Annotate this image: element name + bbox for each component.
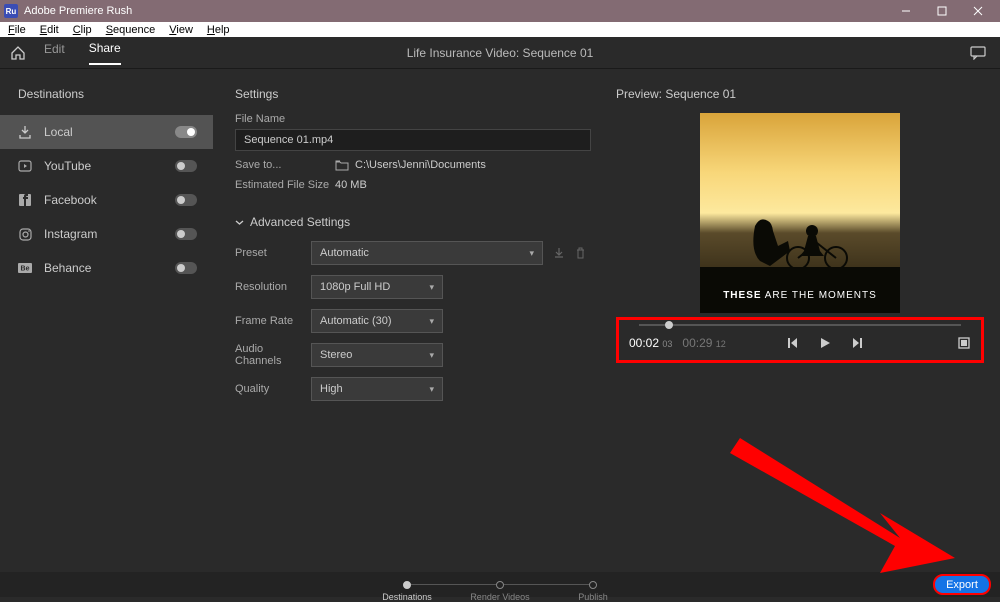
preview-thumbnail: THESE ARE THE MOMENTS [700,113,900,313]
export-icon [16,125,34,139]
step-back-button[interactable] [786,336,800,350]
titlebar: Ru Adobe Premiere Rush [0,0,1000,22]
progress-track[interactable] [639,324,961,326]
destinations-sidebar: Destinations Local YouTube Facebook [0,69,213,572]
destination-toggle[interactable] [175,160,197,172]
instagram-icon [16,228,34,241]
resolution-select[interactable]: 1080p Full HD ▾ [311,275,443,299]
quality-label: Quality [235,383,311,395]
topbar: Edit Share Life Insurance Video: Sequenc… [0,37,1000,69]
audio-select[interactable]: Stereo ▾ [311,343,443,367]
quality-value: High [320,383,343,395]
progress-steps: Destinations Render Videos Publish [403,581,597,589]
framerate-value: Automatic (30) [320,315,392,327]
destination-instagram[interactable]: Instagram [0,217,213,251]
destination-label: Local [44,125,175,139]
destination-youtube[interactable]: YouTube [0,149,213,183]
destinations-title: Destinations [0,87,213,115]
delete-preset-icon[interactable] [575,247,586,259]
save-to-label: Save to... [235,159,335,171]
bottombar: Destinations Render Videos Publish Expor… [0,572,1000,597]
time-current: 00:02 03 [629,336,672,350]
step-forward-button[interactable] [850,336,864,350]
menu-file[interactable]: File [2,24,32,36]
save-to-path: C:\Users\Jenni\Documents [355,159,486,171]
chevron-down-icon [235,218,244,227]
destination-behance[interactable]: Be Behance [0,251,213,285]
minimize-button[interactable] [888,0,924,22]
chevron-down-icon: ▾ [529,248,534,259]
app-title: Adobe Premiere Rush [24,5,132,17]
advanced-title: Advanced Settings [250,215,350,229]
framerate-label: Frame Rate [235,315,311,327]
play-button[interactable] [818,336,832,350]
preset-value: Automatic [320,247,369,259]
file-name-label: File Name [235,113,594,125]
destination-facebook[interactable]: Facebook [0,183,213,217]
svg-text:Be: Be [21,266,30,273]
tab-share[interactable]: Share [89,41,121,65]
est-size-label: Estimated File Size [235,179,335,191]
destination-toggle[interactable] [175,262,197,274]
audio-value: Stereo [320,349,352,361]
destination-label: Facebook [44,193,175,207]
preview-title: Preview: Sequence 01 [616,87,984,101]
app-logo: Ru [4,4,18,18]
behance-icon: Be [16,263,34,273]
preset-select[interactable]: Automatic ▾ [311,241,543,265]
home-icon[interactable] [10,45,26,61]
preview-overlay-text: THESE ARE THE MOMENTS [700,290,900,301]
comments-icon[interactable] [970,46,986,60]
menubar: File Edit Clip Sequence View Help [0,22,1000,37]
chevron-down-icon: ▾ [429,316,434,327]
download-preset-icon[interactable] [553,247,565,259]
destination-toggle[interactable] [175,194,197,206]
destination-label: YouTube [44,159,175,173]
progress-knob[interactable] [665,321,673,329]
folder-icon [335,160,349,171]
settings-panel: Settings File Name Save to... C:\Users\J… [213,69,616,572]
menu-help[interactable]: Help [201,24,236,36]
play-rect-icon [16,160,34,172]
facebook-icon [16,194,34,206]
destination-toggle[interactable] [175,126,197,138]
file-name-input[interactable] [235,129,591,151]
destination-toggle[interactable] [175,228,197,240]
preset-label: Preset [235,247,311,259]
maximize-button[interactable] [924,0,960,22]
quality-select[interactable]: High ▾ [311,377,443,401]
framerate-select[interactable]: Automatic (30) ▾ [311,309,443,333]
step-dot [496,581,504,589]
resolution-label: Resolution [235,281,311,293]
chevron-down-icon: ▾ [429,350,434,361]
tab-edit[interactable]: Edit [44,42,65,64]
destination-label: Instagram [44,227,175,241]
step-dot [589,581,597,589]
advanced-toggle[interactable]: Advanced Settings [235,215,594,229]
window-controls [888,0,996,22]
est-size-value: 40 MB [335,179,367,191]
menu-sequence[interactable]: Sequence [100,24,162,36]
time-total: 00:29 12 [682,336,725,350]
menu-edit[interactable]: Edit [34,24,65,36]
save-to-value[interactable]: C:\Users\Jenni\Documents [335,159,486,171]
audio-label: Audio Channels [235,343,311,367]
chevron-down-icon: ▾ [429,282,434,293]
settings-title: Settings [235,87,594,101]
menu-view[interactable]: View [163,24,199,36]
resolution-value: 1080p Full HD [320,281,390,293]
destination-label: Behance [44,261,175,275]
destination-local[interactable]: Local [0,115,213,149]
close-button[interactable] [960,0,996,22]
step-dot [403,581,411,589]
breadcrumb: Life Insurance Video: Sequence 01 [407,46,594,60]
menu-clip[interactable]: Clip [67,24,98,36]
preview-panel: Preview: Sequence 01 THESE ARE THE MOMEN… [616,69,1000,572]
player-bar: 00:02 03 00:29 12 [616,317,984,363]
chevron-down-icon: ▾ [429,384,434,395]
export-button[interactable]: Export [934,575,990,594]
fullscreen-button[interactable] [957,336,971,350]
